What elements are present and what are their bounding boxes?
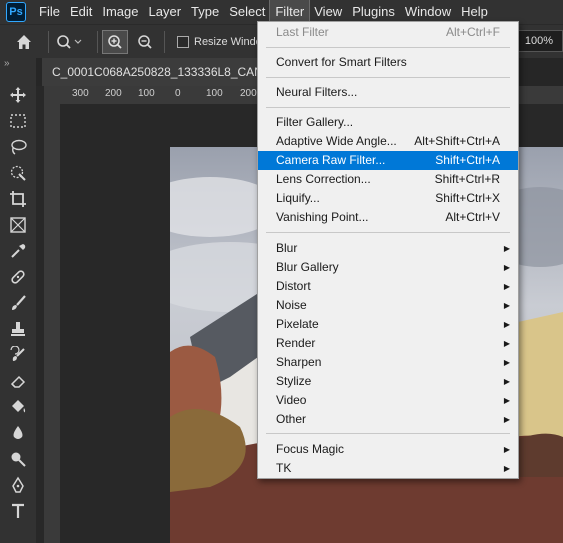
menu-item-lens-correction[interactable]: Lens Correction... Shift+Ctrl+R xyxy=(258,170,518,189)
pen-tool-icon[interactable] xyxy=(0,472,36,498)
ruler-label: 200 xyxy=(105,88,122,99)
menu-item-tk[interactable]: TK ▶ xyxy=(258,459,518,478)
menu-image[interactable]: Image xyxy=(97,0,143,24)
menu-item-neural-filters[interactable]: Neural Filters... xyxy=(258,83,518,102)
menu-item-stylize[interactable]: Stylize ▶ xyxy=(258,372,518,391)
tools-panel: » xyxy=(0,58,36,543)
menu-separator xyxy=(266,232,510,233)
zoom-tool-icon[interactable] xyxy=(49,30,89,54)
submenu-arrow-icon: ▶ xyxy=(503,445,510,454)
vertical-ruler xyxy=(44,86,61,543)
submenu-arrow-icon: ▶ xyxy=(503,320,510,329)
menu-item-other[interactable]: Other ▶ xyxy=(258,410,518,429)
photoshop-logo[interactable]: Ps xyxy=(6,2,26,22)
menu-item-focus-magic[interactable]: Focus Magic ▶ xyxy=(258,440,518,459)
zoom-out-icon[interactable] xyxy=(132,30,158,54)
submenu-arrow-icon: ▶ xyxy=(503,377,510,386)
document-tab[interactable]: C_0001C068A250828_133336L8_CANON xyxy=(42,58,291,86)
ruler-label: 200 xyxy=(240,88,257,99)
ruler-label: 100 xyxy=(206,88,223,99)
crop-tool-icon[interactable] xyxy=(0,186,36,212)
submenu-arrow-icon: ▶ xyxy=(503,464,510,473)
menu-item-filter-gallery[interactable]: Filter Gallery... xyxy=(258,113,518,132)
menu-item-last-filter[interactable]: Last Filter Alt+Ctrl+F xyxy=(258,23,518,42)
submenu-arrow-icon: ▶ xyxy=(503,263,510,272)
menu-item-blur[interactable]: Blur ▶ xyxy=(258,239,518,258)
resize-window-checkbox[interactable] xyxy=(177,36,189,48)
dodge-tool-icon[interactable] xyxy=(0,446,36,472)
marquee-tool-icon[interactable] xyxy=(0,108,36,134)
menu-type[interactable]: Type xyxy=(186,0,224,24)
lasso-tool-icon[interactable] xyxy=(0,134,36,160)
home-icon[interactable] xyxy=(0,30,48,54)
menu-item-noise[interactable]: Noise ▶ xyxy=(258,296,518,315)
menu-separator xyxy=(266,47,510,48)
ruler-label: 0 xyxy=(175,88,181,99)
move-tool-icon[interactable] xyxy=(0,82,36,108)
menu-item-liquify[interactable]: Liquify... Shift+Ctrl+X xyxy=(258,189,518,208)
submenu-arrow-icon: ▶ xyxy=(503,339,510,348)
filter-menu: Last Filter Alt+Ctrl+F Convert for Smart … xyxy=(257,21,519,479)
menu-item-camera-raw-filter[interactable]: Camera Raw Filter... Shift+Ctrl+A xyxy=(258,151,518,170)
submenu-arrow-icon: ▶ xyxy=(503,301,510,310)
menu-item-convert-smart-filters[interactable]: Convert for Smart Filters xyxy=(258,53,518,72)
history-brush-tool-icon[interactable] xyxy=(0,342,36,368)
zoom-in-icon[interactable] xyxy=(102,30,128,54)
menu-item-render[interactable]: Render ▶ xyxy=(258,334,518,353)
eyedropper-tool-icon[interactable] xyxy=(0,238,36,264)
type-tool-icon[interactable] xyxy=(0,498,36,524)
menu-item-video[interactable]: Video ▶ xyxy=(258,391,518,410)
menu-separator xyxy=(266,107,510,108)
eraser-tool-icon[interactable] xyxy=(0,368,36,394)
object-selection-tool-icon[interactable] xyxy=(0,160,36,186)
zoom-percent-field[interactable]: 100% xyxy=(515,30,563,52)
submenu-arrow-icon: ▶ xyxy=(503,396,510,405)
submenu-arrow-icon: ▶ xyxy=(503,358,510,367)
menu-separator xyxy=(266,433,510,434)
menu-item-blur-gallery[interactable]: Blur Gallery ▶ xyxy=(258,258,518,277)
menu-edit[interactable]: Edit xyxy=(65,0,97,24)
menu-item-vanishing-point[interactable]: Vanishing Point... Alt+Ctrl+V xyxy=(258,208,518,227)
brush-tool-icon[interactable] xyxy=(0,290,36,316)
blur-tool-icon[interactable] xyxy=(0,420,36,446)
submenu-arrow-icon: ▶ xyxy=(503,244,510,253)
panel-collapse-icon[interactable]: » xyxy=(0,58,36,72)
menu-item-pixelate[interactable]: Pixelate ▶ xyxy=(258,315,518,334)
menu-item-adaptive-wide-angle[interactable]: Adaptive Wide Angle... Alt+Shift+Ctrl+A xyxy=(258,132,518,151)
menu-layer[interactable]: Layer xyxy=(144,0,187,24)
frame-tool-icon[interactable] xyxy=(0,212,36,238)
paint-bucket-tool-icon[interactable] xyxy=(0,394,36,420)
clone-stamp-tool-icon[interactable] xyxy=(0,316,36,342)
healing-brush-tool-icon[interactable] xyxy=(0,264,36,290)
menu-separator xyxy=(266,77,510,78)
submenu-arrow-icon: ▶ xyxy=(503,415,510,424)
menu-item-sharpen[interactable]: Sharpen ▶ xyxy=(258,353,518,372)
menu-item-distort[interactable]: Distort ▶ xyxy=(258,277,518,296)
ruler-label: 300 xyxy=(72,88,89,99)
submenu-arrow-icon: ▶ xyxy=(503,282,510,291)
menu-file[interactable]: File xyxy=(34,0,65,24)
ruler-label: 100 xyxy=(138,88,155,99)
